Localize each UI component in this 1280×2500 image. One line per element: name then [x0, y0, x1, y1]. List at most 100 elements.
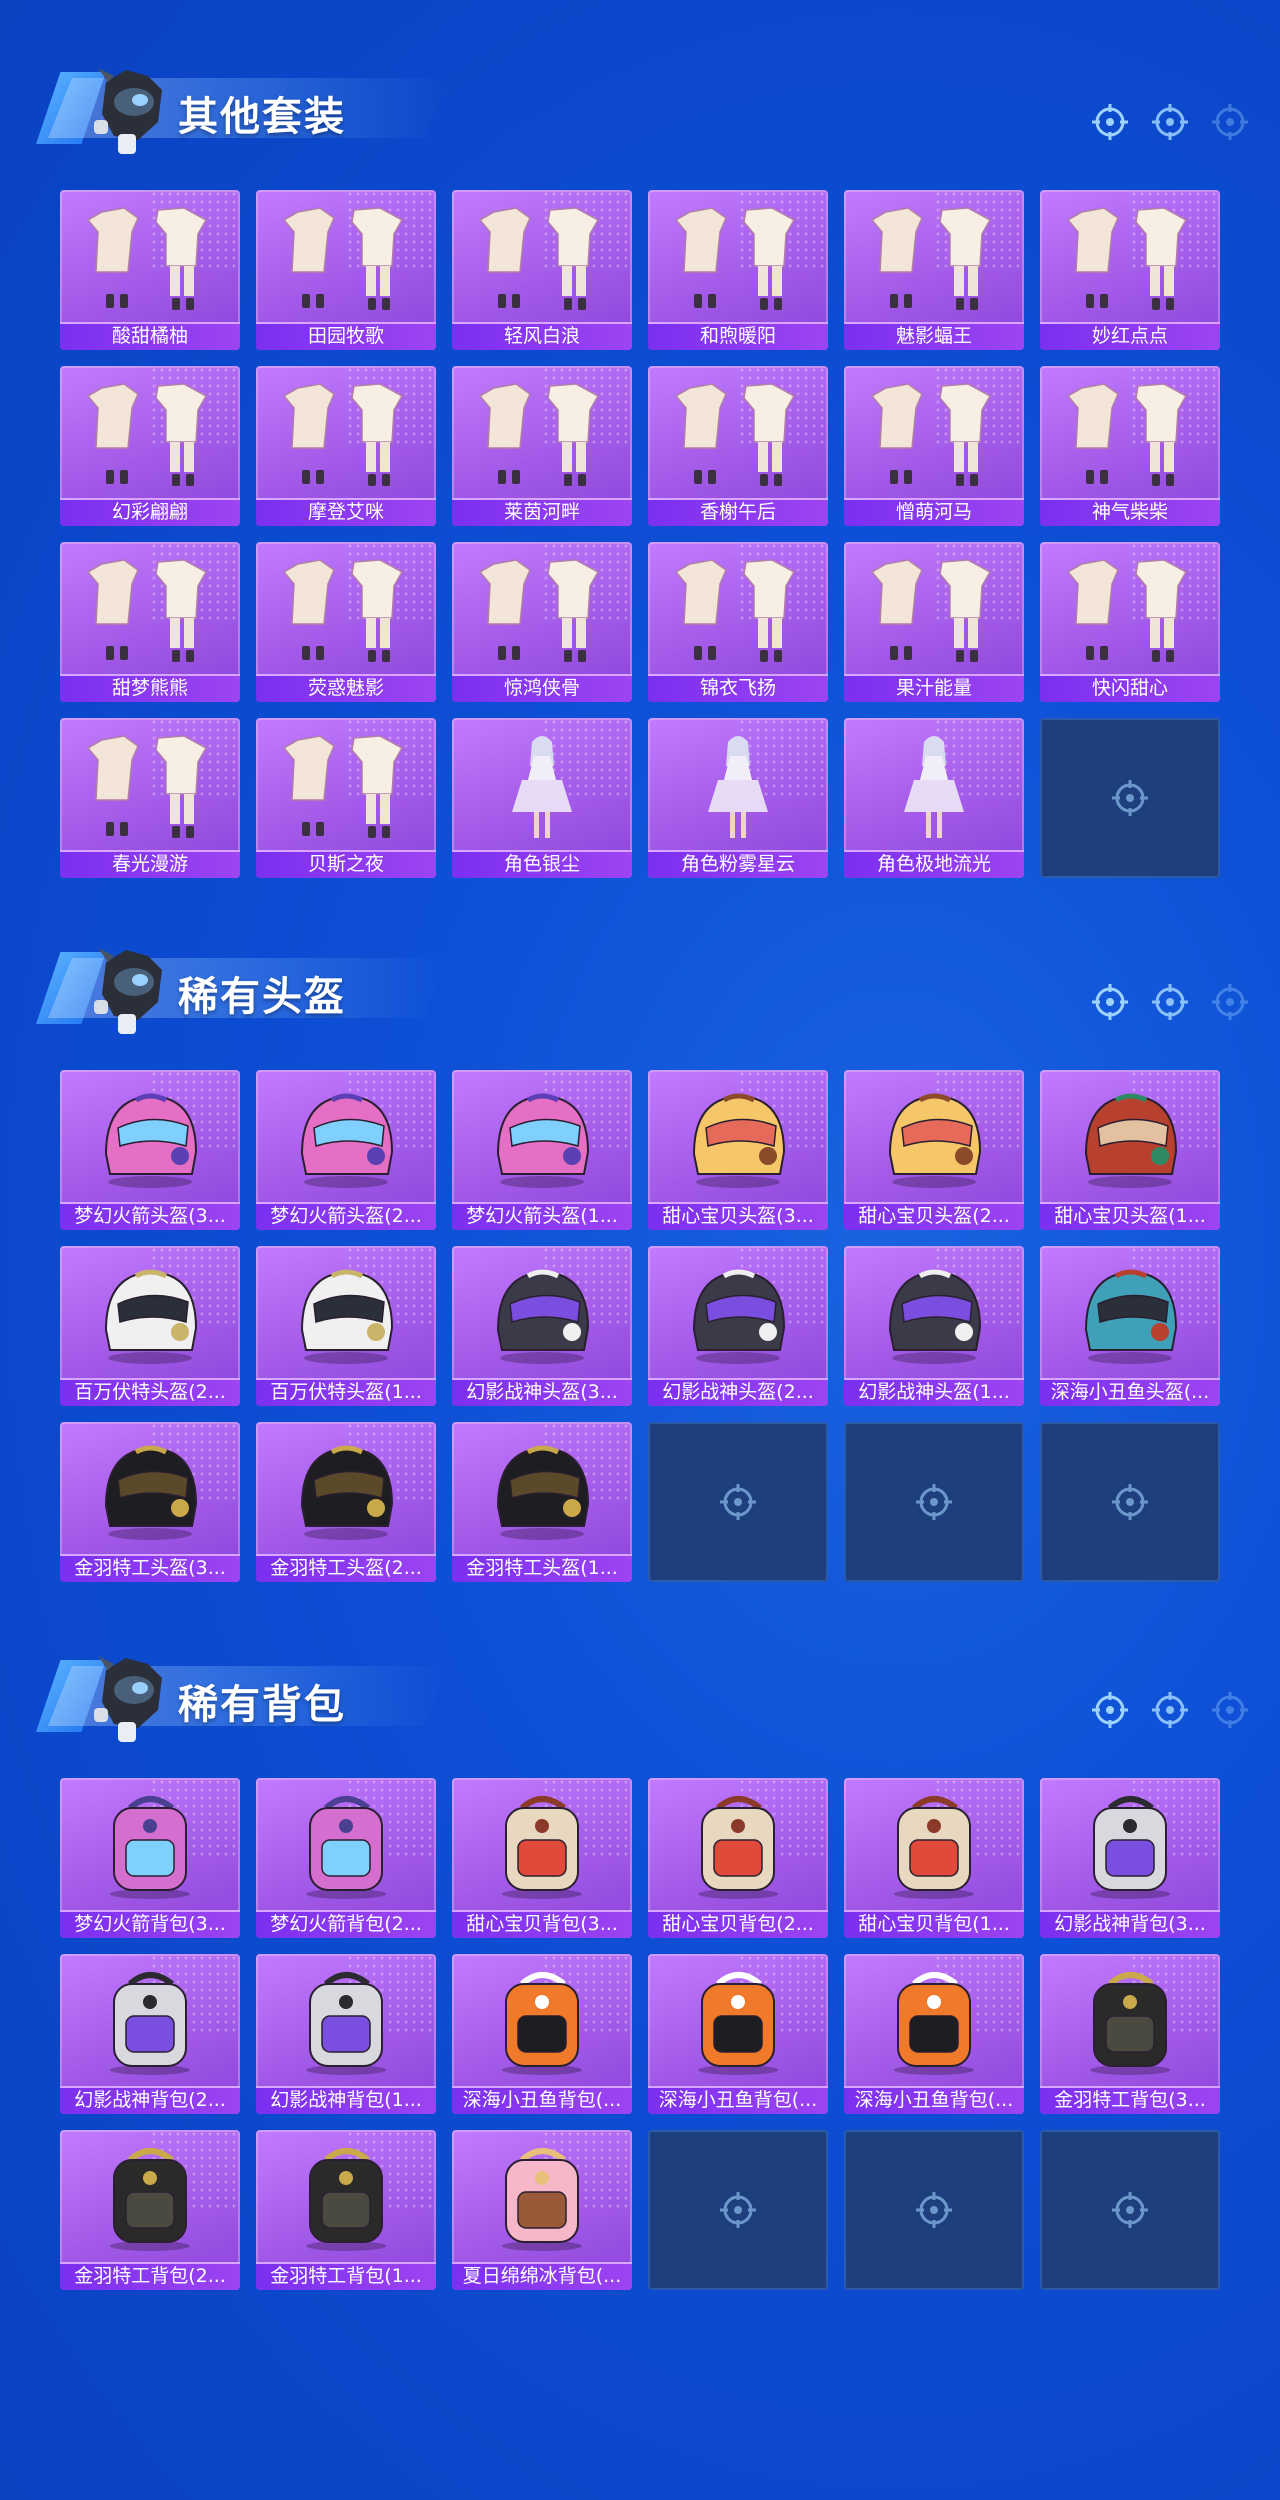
helmet-icon	[496, 1269, 590, 1364]
backpack-icon	[502, 1972, 582, 2075]
item-card[interactable]: 深海小丑鱼头盔(...	[1040, 1246, 1220, 1406]
character-icon	[708, 736, 768, 838]
item-card[interactable]: 梦幻火箭头盔(3...	[60, 1070, 240, 1230]
item-card[interactable]: 金羽特工头盔(1...	[452, 1422, 632, 1582]
item-card[interactable]: 夏日绵绵冰背包(...	[452, 2130, 632, 2290]
item-name: 百万伏特头盔(2...	[60, 1378, 240, 1406]
item-card[interactable]: 憎萌河马	[844, 366, 1024, 526]
item-card[interactable]: 快闪甜心	[1040, 542, 1220, 702]
item-card[interactable]: 春光漫游	[60, 718, 240, 878]
item-card[interactable]: 梦幻火箭背包(3...	[60, 1778, 240, 1938]
item-card[interactable]: 田园牧歌	[256, 190, 436, 350]
backpack-icon	[894, 1972, 974, 2075]
item-card[interactable]: 甜心宝贝背包(1...	[844, 1778, 1024, 1938]
item-card[interactable]: 梦幻火箭头盔(1...	[452, 1070, 632, 1230]
item-card[interactable]: 荧惑魅影	[256, 542, 436, 702]
item-card[interactable]: 角色粉雾星云	[648, 718, 828, 878]
item-card[interactable]: 摩登艾咪	[256, 366, 436, 526]
item-card[interactable]: 甜心宝贝背包(2...	[648, 1778, 828, 1938]
item-card[interactable]: 神气柴柴	[1040, 366, 1220, 526]
item-card[interactable]: 莱茵河畔	[452, 366, 632, 526]
item-card[interactable]: 甜心宝贝头盔(2...	[844, 1070, 1024, 1230]
item-card[interactable]: 幻影战神背包(1...	[256, 1954, 436, 2114]
helmet-icon	[1084, 1093, 1178, 1188]
item-card[interactable]: 梦幻火箭头盔(2...	[256, 1070, 436, 1230]
helmet-icon	[300, 1445, 394, 1540]
item-name: 梦幻火箭头盔(1...	[452, 1202, 632, 1230]
empty-slot	[844, 1422, 1024, 1582]
item-card[interactable]: 妙红点点	[1040, 190, 1220, 350]
item-card[interactable]: 和煦暖阳	[648, 190, 828, 350]
crosshair-icon	[1212, 1692, 1248, 1728]
helmet-icon	[104, 1093, 198, 1188]
item-card[interactable]: 锦衣飞扬	[648, 542, 828, 702]
empty-slot	[1040, 718, 1220, 878]
backpack-icon	[502, 1796, 582, 1899]
item-card[interactable]: 角色银尘	[452, 718, 632, 878]
outfit-icon	[86, 735, 208, 838]
item-card[interactable]: 香榭午后	[648, 366, 828, 526]
outfit-icon	[674, 559, 796, 662]
item-card[interactable]: 酸甜橘柚	[60, 190, 240, 350]
item-name: 果汁能量	[844, 674, 1024, 702]
item-name: 幻影战神背包(3...	[1040, 1910, 1220, 1938]
outfit-icon	[1066, 559, 1188, 662]
item-card[interactable]: 金羽特工背包(2...	[60, 2130, 240, 2290]
item-card[interactable]: 幻影战神头盔(1...	[844, 1246, 1024, 1406]
crosshair-icon	[1112, 780, 1148, 816]
mascot-icon	[94, 948, 162, 1034]
item-name: 金羽特工头盔(2...	[256, 1554, 436, 1582]
item-name: 摩登艾咪	[256, 498, 436, 526]
item-card[interactable]: 深海小丑鱼背包(...	[452, 1954, 632, 2114]
outfit-icon	[478, 559, 600, 662]
crosshair-icon	[1212, 984, 1248, 1020]
item-card[interactable]: 魅影蝠王	[844, 190, 1024, 350]
crosshair-decoration	[1090, 102, 1250, 142]
item-card[interactable]: 金羽特工背包(3...	[1040, 1954, 1220, 2114]
helmet-icon	[692, 1269, 786, 1364]
item-card[interactable]: 金羽特工头盔(2...	[256, 1422, 436, 1582]
crosshair-icon	[1092, 1692, 1128, 1728]
outfit-icon	[86, 207, 208, 310]
item-card[interactable]: 甜心宝贝头盔(3...	[648, 1070, 828, 1230]
item-card[interactable]: 梦幻火箭背包(2...	[256, 1778, 436, 1938]
item-card[interactable]: 百万伏特头盔(2...	[60, 1246, 240, 1406]
item-name: 金羽特工背包(2...	[60, 2262, 240, 2290]
item-card[interactable]: 贝斯之夜	[256, 718, 436, 878]
item-name: 轻风白浪	[452, 322, 632, 350]
item-card[interactable]: 百万伏特头盔(1...	[256, 1246, 436, 1406]
backpack-icon	[698, 1796, 778, 1899]
item-card[interactable]: 幻影战神背包(2...	[60, 1954, 240, 2114]
item-card[interactable]: 幻彩翩翩	[60, 366, 240, 526]
item-card[interactable]: 甜梦熊熊	[60, 542, 240, 702]
helmet-icon	[104, 1445, 198, 1540]
item-name: 贝斯之夜	[256, 850, 436, 878]
item-card[interactable]: 金羽特工头盔(3...	[60, 1422, 240, 1582]
item-card[interactable]: 甜心宝贝头盔(1...	[1040, 1070, 1220, 1230]
section-header: 其他套装	[28, 40, 448, 154]
outfit-icon	[478, 383, 600, 486]
item-card[interactable]: 甜心宝贝背包(3...	[452, 1778, 632, 1938]
item-name: 快闪甜心	[1040, 674, 1220, 702]
item-name: 田园牧歌	[256, 322, 436, 350]
outfit-icon	[870, 207, 992, 310]
section-header: 稀有背包	[28, 1628, 448, 1742]
item-card[interactable]: 深海小丑鱼背包(...	[844, 1954, 1024, 2114]
item-card[interactable]: 金羽特工背包(1...	[256, 2130, 436, 2290]
crosshair-icon	[1212, 104, 1248, 140]
outfit-icon	[674, 383, 796, 486]
item-card[interactable]: 角色极地流光	[844, 718, 1024, 878]
item-card[interactable]: 惊鸿侠骨	[452, 542, 632, 702]
crosshair-icon	[720, 2192, 756, 2228]
item-name: 金羽特工背包(3...	[1040, 2086, 1220, 2114]
backpack-icon	[502, 2148, 582, 2251]
item-name: 锦衣飞扬	[648, 674, 828, 702]
item-card[interactable]: 果汁能量	[844, 542, 1024, 702]
crosshair-icon	[916, 2192, 952, 2228]
item-card[interactable]: 幻影战神头盔(2...	[648, 1246, 828, 1406]
item-card[interactable]: 幻影战神头盔(3...	[452, 1246, 632, 1406]
item-card[interactable]: 轻风白浪	[452, 190, 632, 350]
empty-slot	[1040, 2130, 1220, 2290]
item-card[interactable]: 深海小丑鱼背包(...	[648, 1954, 828, 2114]
item-card[interactable]: 幻影战神背包(3...	[1040, 1778, 1220, 1938]
